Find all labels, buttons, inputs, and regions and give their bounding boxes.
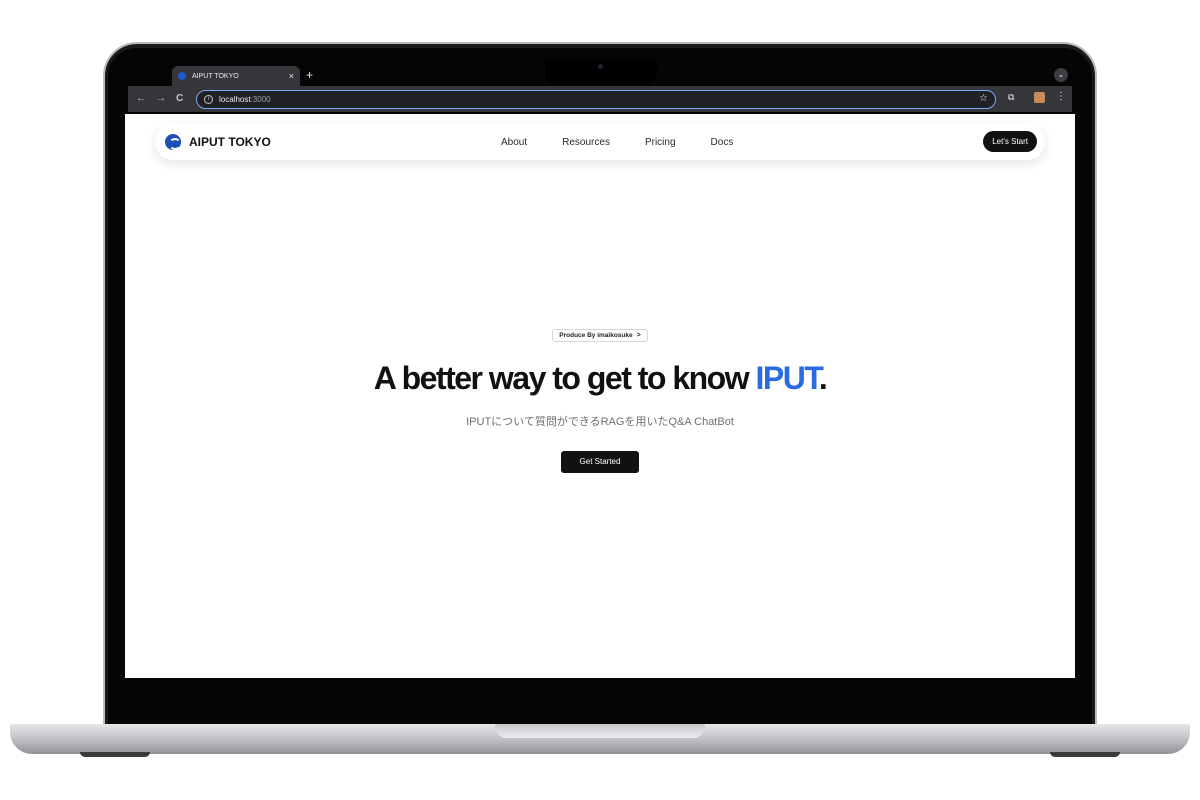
new-tab-icon[interactable]: +	[306, 67, 313, 83]
url-host: localhost	[219, 95, 251, 104]
nav-link-docs[interactable]: Docs	[711, 137, 734, 148]
browser-toolbar: ← → C i localhost :3000 ☆ ⧉ ⋮	[128, 86, 1072, 112]
browser-tab[interactable]: AIPUT TOKYO ×	[172, 66, 300, 86]
extensions-icon[interactable]: ⧉	[1008, 92, 1014, 103]
headline-accent: IPUT	[755, 360, 821, 396]
reload-icon[interactable]: C	[176, 92, 183, 106]
logo-icon[interactable]	[165, 134, 181, 150]
close-tab-icon[interactable]: ×	[289, 71, 294, 81]
nav-link-resources[interactable]: Resources	[562, 137, 610, 148]
forward-icon[interactable]: →	[156, 92, 166, 106]
site-info-icon[interactable]: i	[204, 95, 213, 104]
address-bar[interactable]: i localhost :3000 ☆	[196, 90, 996, 109]
back-icon[interactable]: ←	[136, 92, 146, 106]
laptop-foot-left	[80, 752, 150, 757]
browser-menu-icon[interactable]: ⋮	[1056, 91, 1066, 102]
url-port: :3000	[250, 95, 271, 104]
tab-title: AIPUT TOKYO	[192, 72, 239, 80]
get-started-button[interactable]: Get Started	[561, 451, 639, 473]
badge-label: Produce By imaikosuke	[559, 332, 633, 339]
nav-links: About Resources Pricing Docs	[501, 124, 768, 160]
favicon-icon	[178, 72, 186, 80]
hero-headline: A better way to get to know IPUT.	[125, 360, 1075, 397]
bookmark-star-icon[interactable]: ☆	[979, 93, 988, 104]
nav-link-pricing[interactable]: Pricing	[645, 137, 676, 148]
bottom-bezel	[108, 678, 1092, 724]
brand-name[interactable]: AIPUT TOKYO	[189, 135, 271, 149]
chevron-right-icon: >	[636, 332, 641, 339]
browser-window: AIPUT TOKYO × + ⌄ ← → C i localhost :300…	[128, 64, 1072, 114]
web-page: AIPUT TOKYO About Resources Pricing Docs…	[125, 114, 1075, 678]
author-badge[interactable]: Produce By imaikosuke >	[552, 329, 648, 342]
profile-avatar-icon[interactable]	[1034, 92, 1045, 103]
hero-section: Produce By imaikosuke > A better way to g…	[125, 324, 1075, 473]
laptop-opening-notch	[495, 724, 705, 738]
headline-main: A better way to get to know	[373, 360, 756, 396]
headline-end: .	[818, 360, 828, 396]
hero-subtitle: IPUTについて質問ができるRAGを用いたQ&A ChatBot	[466, 416, 734, 428]
tab-search-icon[interactable]: ⌄	[1054, 68, 1068, 82]
lets-start-button[interactable]: Let's Start	[983, 131, 1037, 152]
tab-strip: AIPUT TOKYO × + ⌄	[128, 64, 1072, 86]
laptop-foot-right	[1050, 752, 1120, 757]
nav-link-about[interactable]: About	[501, 137, 527, 148]
site-navbar: AIPUT TOKYO About Resources Pricing Docs…	[155, 124, 1045, 160]
